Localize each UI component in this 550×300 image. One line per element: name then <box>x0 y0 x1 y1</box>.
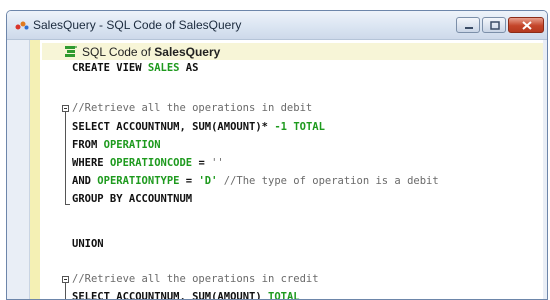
code-line-select: SELECT ACCOUNTNUM, SUM(AMOUNT)* -1 TOTAL <box>72 120 325 134</box>
title-bar[interactable]: SalesQuery - SQL Code of SalesQuery <box>7 11 547 40</box>
string-literal: '' <box>211 157 224 169</box>
alias: TOTAL <box>293 121 325 133</box>
fold-toggle-2[interactable] <box>62 276 69 283</box>
alias: TOTAL <box>268 291 300 300</box>
minimize-icon <box>465 27 473 29</box>
code-text: ACCOUNTNUM, <box>109 291 193 300</box>
code-line-where: WHERE OPERATIONCODE = '' <box>72 156 224 170</box>
function: SUM <box>192 121 212 133</box>
fold-toggle-1[interactable] <box>62 105 69 112</box>
code-header-label: SQL Code of SalesQuery <box>82 45 220 59</box>
function: SUM <box>192 291 212 300</box>
keyword: AND <box>72 175 91 187</box>
identifier: AMOUNT <box>217 291 256 300</box>
window-title: SalesQuery - SQL Code of SalesQuery <box>33 18 242 32</box>
minimize-button[interactable] <box>456 17 480 33</box>
keyword: SELECT <box>72 291 110 300</box>
identifier: OPERATION <box>103 139 161 151</box>
string-literal: 'D' <box>198 175 218 187</box>
code-text: ACCOUNTNUM, <box>109 121 193 133</box>
code-text: )* <box>255 121 275 133</box>
code-line-groupby: GROUP BY ACCOUNTNUM <box>72 192 192 206</box>
code-line-comment: //Retrieve all the operations in debit <box>72 101 312 115</box>
keyword: CREATE VIEW <box>72 62 142 74</box>
code-header: SQL Code of SalesQuery <box>42 43 543 60</box>
keyword: WHERE <box>72 157 104 169</box>
maximize-icon <box>490 21 500 30</box>
comment: //Retrieve all the operations in debit <box>72 102 313 114</box>
code-line-union: UNION <box>72 237 104 251</box>
close-button[interactable] <box>508 17 544 33</box>
keyword: SELECT <box>72 121 110 133</box>
identifier: OPERATIONTYPE <box>97 175 180 187</box>
code-line-and: AND OPERATIONTYPE = 'D' //The type of op… <box>72 174 439 188</box>
identifier: SALES <box>147 62 180 74</box>
code-editor[interactable]: SQL Code of SalesQuery CREATE VIEW SALES… <box>29 40 543 299</box>
identifier: AMOUNT <box>217 121 256 133</box>
code-line-from: FROM OPERATION <box>72 138 161 152</box>
code-line-comment-2: //Retrieve all the operations in credit <box>72 272 319 286</box>
code-text: ACCOUNTNUM <box>122 193 193 205</box>
query-name: SalesQuery <box>154 45 221 59</box>
code-text: = <box>192 157 212 169</box>
fold-end-1 <box>65 204 70 205</box>
close-icon <box>522 21 532 30</box>
comment: //Retrieve all the operations in credit <box>72 273 319 285</box>
app-icon <box>15 21 29 30</box>
keyword: FROM <box>72 139 98 151</box>
code-header-prefix: SQL Code of <box>82 45 155 59</box>
editor-margin <box>30 40 40 299</box>
keyword: UNION <box>72 238 104 250</box>
keyword: AS <box>179 62 199 74</box>
code-line-create: CREATE VIEW SALES AS <box>72 61 198 75</box>
keyword: GROUP BY <box>72 193 123 205</box>
sql-code-icon <box>65 46 77 57</box>
maximize-button[interactable] <box>482 17 506 33</box>
code-text: ) <box>255 291 269 300</box>
fold-line-1 <box>65 112 66 204</box>
identifier: OPERATIONCODE <box>109 157 193 169</box>
number: -1 <box>274 121 287 133</box>
sql-code-window: SalesQuery - SQL Code of SalesQuery SQL … <box>6 10 548 300</box>
comment: //The type of operation is a debit <box>217 175 439 187</box>
code-text: = <box>179 175 199 187</box>
